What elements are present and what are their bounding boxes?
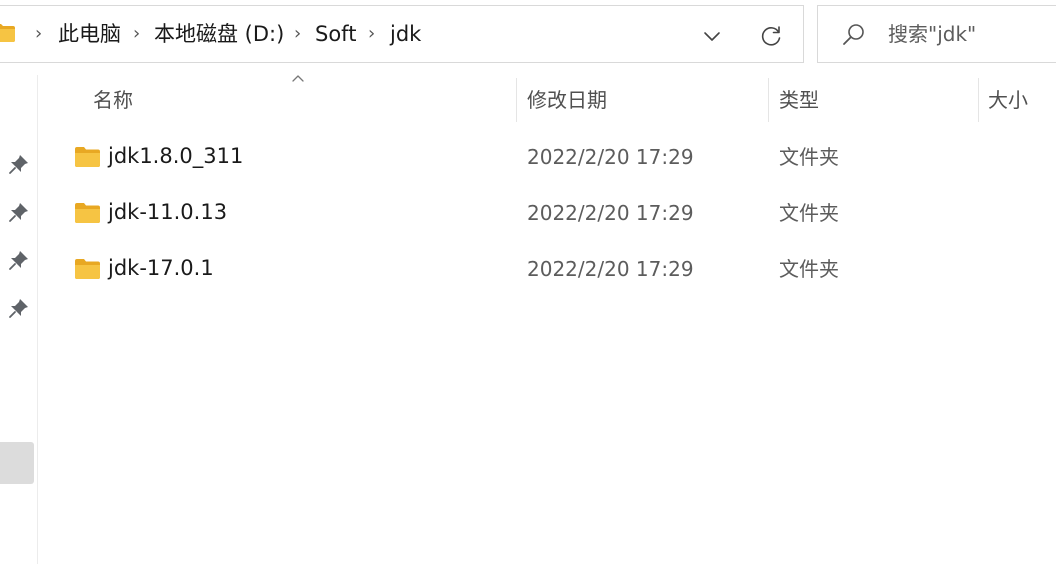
breadcrumb-jdk[interactable]: jdk bbox=[390, 22, 421, 46]
file-name[interactable]: jdk-11.0.13 bbox=[108, 199, 227, 225]
refresh-icon[interactable] bbox=[758, 23, 784, 49]
navigation-pane bbox=[0, 75, 38, 564]
breadcrumb-separator: › bbox=[133, 23, 141, 44]
chevron-down-icon[interactable] bbox=[700, 24, 724, 48]
column-header-type[interactable]: 类型 bbox=[779, 86, 819, 114]
breadcrumb-separator: › bbox=[294, 23, 302, 44]
column-header-name[interactable]: 名称 bbox=[93, 86, 133, 114]
folder-icon bbox=[75, 203, 100, 223]
breadcrumb-soft[interactable]: Soft bbox=[315, 22, 356, 46]
address-bar[interactable]: › 此电脑 › 本地磁盘 (D:) › Soft › jdk bbox=[0, 5, 804, 63]
file-type: 文件夹 bbox=[779, 201, 839, 225]
file-explorer-window: › 此电脑 › 本地磁盘 (D:) › Soft › jdk 搜索"jdk" 名… bbox=[0, 0, 1056, 564]
column-header-date-modified[interactable]: 修改日期 bbox=[527, 86, 607, 114]
breadcrumb-separator: › bbox=[35, 23, 43, 44]
pin-icon[interactable] bbox=[8, 153, 30, 175]
file-date-modified: 2022/2/20 17:29 bbox=[527, 201, 694, 225]
search-icon bbox=[843, 24, 864, 45]
column-divider[interactable] bbox=[978, 78, 979, 122]
file-type: 文件夹 bbox=[779, 257, 839, 281]
search-input[interactable] bbox=[888, 20, 1056, 48]
pin-icon[interactable] bbox=[8, 249, 30, 271]
column-divider[interactable] bbox=[516, 78, 517, 122]
file-name[interactable]: jdk1.8.0_311 bbox=[108, 143, 243, 169]
file-name[interactable]: jdk-17.0.1 bbox=[108, 255, 214, 281]
nav-item-selected[interactable] bbox=[0, 442, 34, 484]
file-row[interactable]: jdk-11.0.13 2022/2/20 17:29 文件夹 bbox=[40, 188, 1056, 240]
search-box[interactable] bbox=[817, 5, 1056, 63]
file-row[interactable]: jdk-17.0.1 2022/2/20 17:29 文件夹 bbox=[40, 244, 1056, 296]
breadcrumb-separator: › bbox=[368, 23, 376, 44]
folder-icon bbox=[0, 24, 15, 42]
file-date-modified: 2022/2/20 17:29 bbox=[527, 257, 694, 281]
folder-icon bbox=[75, 147, 100, 167]
breadcrumb-this-pc[interactable]: 此电脑 bbox=[58, 22, 121, 46]
file-row[interactable]: jdk1.8.0_311 2022/2/20 17:29 文件夹 bbox=[40, 132, 1056, 184]
breadcrumb-local-disk[interactable]: 本地磁盘 (D:) bbox=[154, 22, 284, 46]
column-header-size[interactable]: 大小 bbox=[988, 86, 1028, 114]
sort-up-icon bbox=[292, 75, 304, 82]
pin-icon[interactable] bbox=[8, 297, 30, 319]
file-date-modified: 2022/2/20 17:29 bbox=[527, 145, 694, 169]
column-divider[interactable] bbox=[768, 78, 769, 122]
folder-icon bbox=[75, 259, 100, 279]
pin-icon[interactable] bbox=[8, 201, 30, 223]
file-type: 文件夹 bbox=[779, 145, 839, 169]
